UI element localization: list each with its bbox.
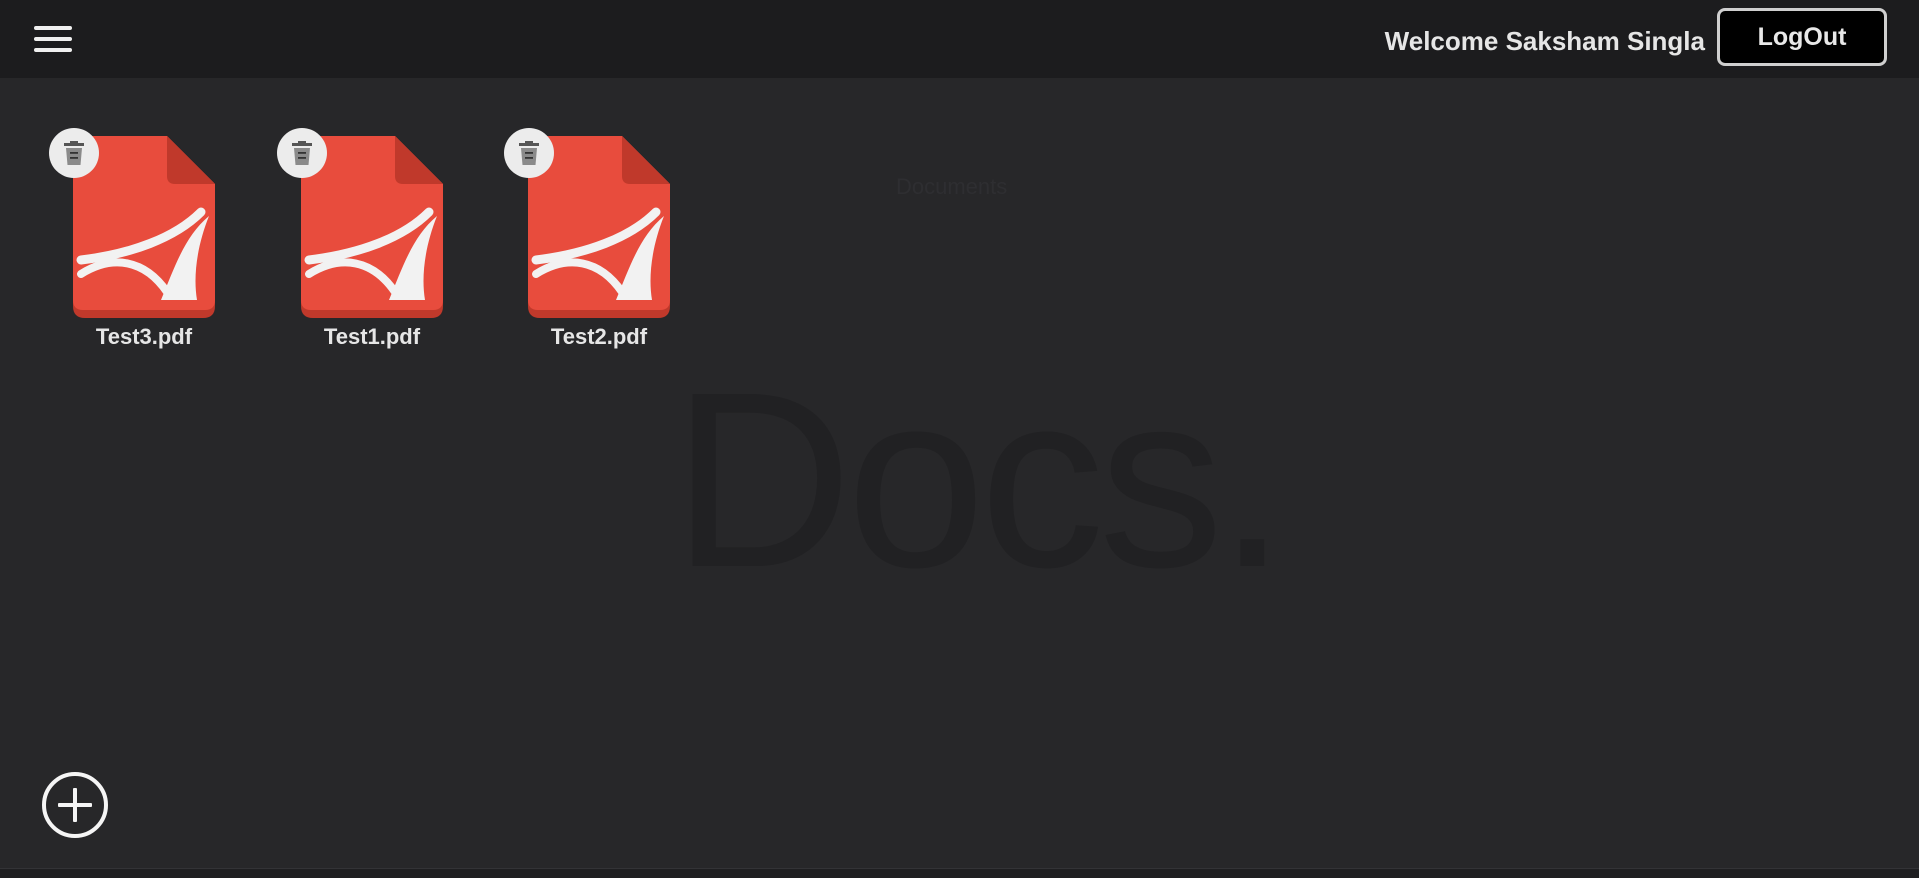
file-item: Test2.pdf <box>504 124 704 364</box>
delete-file-button[interactable] <box>277 128 327 178</box>
file-name: Test3.pdf <box>95 324 193 349</box>
welcome-text: Welcome Saksham Singla <box>1384 26 1705 56</box>
hamburger-menu-icon <box>34 26 72 52</box>
trash-icon <box>292 141 312 165</box>
trash-icon <box>64 141 84 165</box>
background-label: Documents <box>896 174 1008 199</box>
file-item: Test3.pdf <box>49 124 249 364</box>
trash-icon <box>519 141 539 165</box>
app-root: Welcome Saksham Singla LogOut Documents … <box>0 0 1919 878</box>
logout-button[interactable]: LogOut <box>1717 8 1887 66</box>
top-bar: Welcome Saksham Singla LogOut <box>0 0 1919 78</box>
add-document-button[interactable] <box>40 770 110 840</box>
file-name: Test1.pdf <box>323 324 421 349</box>
menu-button[interactable] <box>30 22 78 58</box>
background-title: Docs. <box>672 340 1287 619</box>
plus-circle-icon <box>42 772 108 838</box>
file-name: Test2.pdf <box>550 324 648 349</box>
delete-file-button[interactable] <box>504 128 554 178</box>
delete-file-button[interactable] <box>49 128 99 178</box>
bottom-edge <box>0 868 1919 878</box>
file-item: Test1.pdf <box>277 124 477 364</box>
